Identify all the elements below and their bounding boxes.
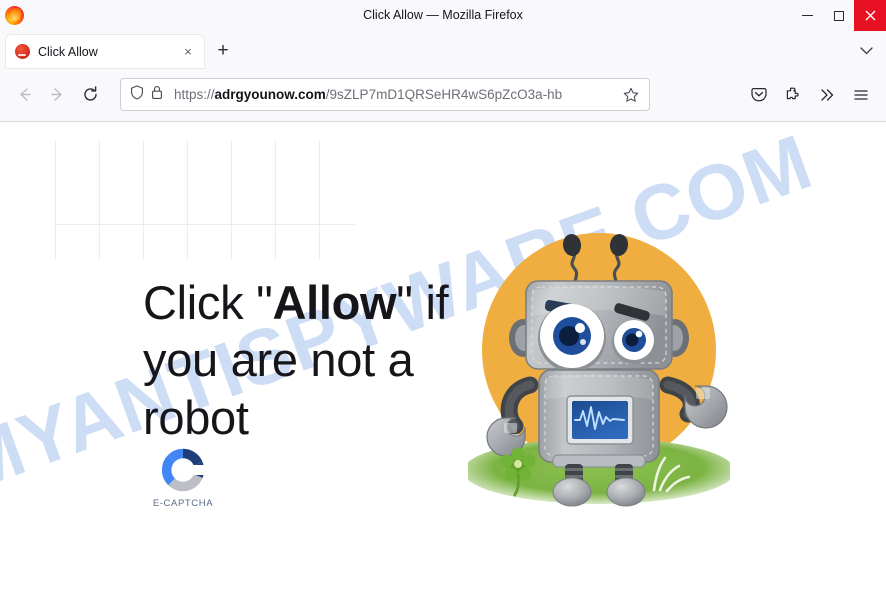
new-tab-button[interactable]: + (208, 36, 238, 66)
e-captcha-logo-icon (160, 447, 206, 493)
overflow-icon[interactable] (810, 79, 844, 111)
url-path: /9sZLP7mD1QRSeHR4wS6pZcO3a-hb (325, 87, 563, 102)
close-tab-button[interactable]: × (178, 42, 198, 62)
maximize-button[interactable] (823, 0, 854, 31)
tab-favicon-icon (15, 44, 30, 59)
lock-icon[interactable] (151, 85, 163, 105)
headline-line1-pre: Click " (143, 276, 273, 329)
url-host: adrgyounow.com (214, 87, 326, 102)
back-button[interactable] (8, 79, 41, 111)
page-content: MYANTISPYWARE.COM Click "Allow" if you a… (0, 122, 886, 601)
site-identity-box[interactable] (130, 84, 170, 105)
toolbar-buttons (742, 79, 878, 111)
headline-block: Click "Allow" if you are not a robot (143, 274, 473, 446)
list-all-tabs-button[interactable] (852, 38, 880, 64)
robot-illustration (468, 218, 730, 508)
browser-tab[interactable]: Click Allow × (6, 35, 204, 68)
headline-line2: you are not a (143, 333, 414, 387)
headline-line3: robot (143, 390, 249, 444)
pocket-icon[interactable] (742, 79, 776, 111)
e-captcha-label: E-CAPTCHA (152, 498, 214, 509)
window-controls (792, 0, 886, 31)
browser-window: Click Allow — Mozilla Firefox Click Allo… (0, 0, 886, 601)
address-bar[interactable]: https://adrgyounow.com/9sZLP7mD1QRSeHR4w… (120, 78, 650, 111)
shield-icon[interactable] (130, 84, 144, 105)
forward-button[interactable] (41, 79, 74, 111)
minimize-button[interactable] (792, 0, 823, 31)
title-bar: Click Allow — Mozilla Firefox (0, 0, 886, 31)
page-headline: Click "Allow" if you are not a robot (143, 274, 473, 446)
e-captcha-badge: E-CAPTCHA (148, 447, 218, 509)
url-text[interactable]: https://adrgyounow.com/9sZLP7mD1QRSeHR4w… (174, 87, 616, 102)
star-icon[interactable] (620, 84, 642, 106)
hamburger-menu-icon[interactable] (844, 79, 878, 111)
firefox-logo-icon (5, 5, 25, 26)
headline-line1-post: " if (396, 276, 449, 329)
window-title: Click Allow — Mozilla Firefox (363, 8, 523, 22)
url-scheme: https:// (174, 87, 215, 102)
close-window-button[interactable] (854, 0, 886, 31)
extensions-icon[interactable] (776, 79, 810, 111)
reload-button[interactable] (74, 79, 107, 111)
navigation-toolbar: https://adrgyounow.com/9sZLP7mD1QRSeHR4w… (0, 68, 886, 122)
tab-title: Click Allow (38, 44, 98, 59)
headline-allow-word: Allow (272, 276, 397, 329)
tab-strip: Click Allow × + (0, 31, 886, 68)
